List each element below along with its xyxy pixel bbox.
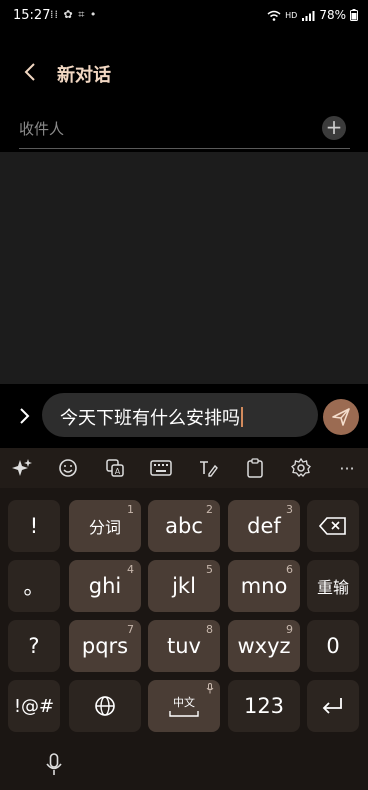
status-time: 15:27 xyxy=(13,8,51,23)
enter-button[interactable] xyxy=(307,680,359,732)
clipboard-icon[interactable] xyxy=(243,456,267,480)
key-label: 分词 xyxy=(88,518,121,537)
svg-text:A: A xyxy=(115,467,121,476)
mic-small-icon xyxy=(206,683,214,694)
battery-icon xyxy=(350,9,358,21)
key-zero[interactable]: 0 xyxy=(307,620,359,672)
key-jkl[interactable]: jkl 5 xyxy=(148,560,220,612)
key-label: ghi xyxy=(88,574,122,598)
key-number: 3 xyxy=(286,503,293,516)
key-label: wxyz xyxy=(237,634,291,658)
wifi-icon xyxy=(267,10,281,21)
expand-chevron-icon[interactable] xyxy=(14,406,34,426)
page-title: 新对话 xyxy=(57,65,111,86)
space-bar-icon xyxy=(169,711,199,717)
add-recipient-button[interactable]: + xyxy=(322,116,346,140)
back-button[interactable] xyxy=(16,58,44,86)
key-symbols[interactable]: !@# xyxy=(8,680,60,732)
recipient-placeholder: 收件人 xyxy=(19,120,65,138)
globe-icon xyxy=(95,696,115,716)
send-button[interactable] xyxy=(323,399,359,435)
battery-percent: 78% xyxy=(319,8,346,22)
key-number: 5 xyxy=(206,563,213,576)
keyboard-icon[interactable] xyxy=(149,456,173,480)
key-label: abc xyxy=(165,514,203,538)
key-numbers[interactable]: 123 xyxy=(228,680,300,732)
emoji-icon[interactable] xyxy=(56,456,80,480)
settings-icon[interactable] xyxy=(289,456,313,480)
key-number: 7 xyxy=(127,623,134,636)
key-number: 9 xyxy=(286,623,293,636)
status-bar: 15:27 ⁞⁞ ✿ ⌗ • HD 78% xyxy=(0,0,368,32)
text-caret xyxy=(241,407,243,427)
key-label: def xyxy=(247,514,281,538)
status-right: HD 78% xyxy=(267,8,358,22)
key-number: 8 xyxy=(206,623,213,636)
key-def[interactable]: def 3 xyxy=(228,500,300,552)
key-number: 2 xyxy=(206,503,213,516)
backspace-button[interactable] xyxy=(307,500,359,552)
key-tuv[interactable]: tuv 8 xyxy=(148,620,220,672)
key-question[interactable]: ? xyxy=(8,620,60,672)
keyboard: A ··· ! 分词 1 abc 2 def 3 。 ghi 4 jkl 5 mno 6 重… xyxy=(0,448,368,790)
key-label: mno xyxy=(240,574,288,598)
key-number: 4 xyxy=(127,563,134,576)
sparkle-icon[interactable] xyxy=(10,456,34,480)
signal-icon xyxy=(302,10,315,21)
notification-icons: ⁞⁞ ✿ ⌗ • xyxy=(50,8,98,21)
backspace-icon xyxy=(319,517,346,535)
more-icon[interactable]: ··· xyxy=(335,456,359,480)
app-header: 新对话 xyxy=(0,50,368,94)
key-wxyz[interactable]: wxyz 9 xyxy=(228,620,300,672)
chevron-left-icon xyxy=(24,63,35,81)
handwriting-icon[interactable] xyxy=(196,456,220,480)
key-number: 1 xyxy=(127,503,134,516)
key-label: jkl xyxy=(172,574,196,598)
keyboard-toolbar: A ··· xyxy=(0,448,368,488)
key-pqrs[interactable]: pqrs 7 xyxy=(69,620,141,672)
key-reenter[interactable]: 重输 xyxy=(307,560,359,612)
message-input-text: 今天下班有什么安排吗 xyxy=(60,404,243,430)
space-key-label: 中文 xyxy=(173,696,195,709)
network-type-label: HD xyxy=(285,10,298,20)
enter-icon xyxy=(322,698,342,714)
key-segment[interactable]: 分词 1 xyxy=(69,500,141,552)
language-button[interactable] xyxy=(69,680,141,732)
composer-bar: 今天下班有什么安排吗 xyxy=(0,384,368,448)
key-exclamation[interactable]: ! xyxy=(8,500,60,552)
space-key[interactable]: 中文 xyxy=(148,680,220,732)
key-ghi[interactable]: ghi 4 xyxy=(69,560,141,612)
key-number: 6 xyxy=(286,563,293,576)
key-abc[interactable]: abc 2 xyxy=(148,500,220,552)
conversation-area xyxy=(0,152,368,384)
translate-icon[interactable]: A xyxy=(103,456,127,480)
send-icon xyxy=(332,408,350,426)
message-input[interactable]: 今天下班有什么安排吗 xyxy=(42,393,318,437)
microphone-icon[interactable] xyxy=(44,753,64,777)
key-label: pqrs xyxy=(81,634,129,658)
key-mno[interactable]: mno 6 xyxy=(228,560,300,612)
key-period[interactable]: 。 xyxy=(8,560,60,612)
key-label: tuv xyxy=(167,634,201,658)
recipient-field[interactable]: 收件人 + xyxy=(19,112,350,149)
